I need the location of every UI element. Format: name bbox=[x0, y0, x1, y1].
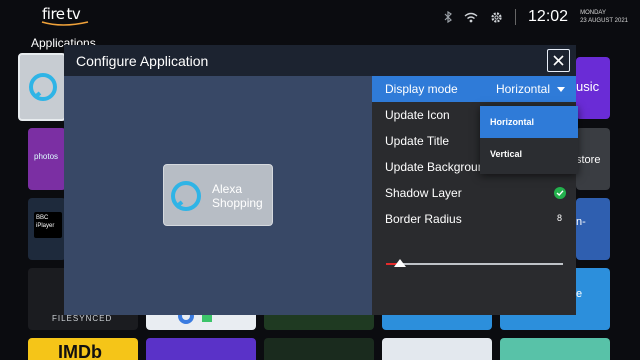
border-radius-setting[interactable]: Border Radius 8 bbox=[372, 206, 576, 232]
display-mode-setting[interactable]: Display mode Horizontal bbox=[372, 76, 576, 102]
app-tile-bbc-iplayer[interactable]: BBC iPlayer bbox=[28, 198, 66, 260]
app-tile-music[interactable]: usic bbox=[576, 57, 610, 119]
bluetooth-icon bbox=[444, 11, 452, 23]
slider-thumb[interactable] bbox=[394, 259, 407, 267]
settings-gear-icon[interactable] bbox=[490, 11, 503, 24]
alexa-ring-icon bbox=[29, 73, 57, 101]
app-tile-imdb[interactable]: IMDb bbox=[28, 338, 138, 360]
configure-application-dialog: Configure Application Alexa Shopping Dis… bbox=[64, 45, 576, 315]
app-preview-card: Alexa Shopping bbox=[163, 164, 273, 226]
check-icon bbox=[554, 187, 566, 199]
border-radius-slider[interactable] bbox=[386, 259, 563, 267]
app-tile-photos[interactable]: photos bbox=[28, 128, 66, 190]
app-tile-store[interactable]: store bbox=[576, 128, 610, 190]
close-button[interactable] bbox=[547, 49, 570, 72]
clock-time: 12:02 bbox=[528, 8, 569, 25]
app-tile-light[interactable] bbox=[382, 338, 492, 360]
status-bar: 12:02 MONDAY 23 AUGUST 2021 bbox=[444, 8, 628, 26]
clock-date: MONDAY 23 AUGUST 2021 bbox=[580, 10, 628, 24]
display-mode-value: Horizontal bbox=[495, 82, 550, 96]
dialog-header: Configure Application bbox=[64, 45, 576, 76]
app-tile-teal[interactable] bbox=[500, 338, 610, 360]
chevron-down-icon bbox=[557, 87, 565, 92]
dialog-title: Configure Application bbox=[76, 53, 209, 69]
alexa-ring-icon bbox=[171, 181, 201, 211]
app-tile-tv[interactable] bbox=[146, 338, 256, 360]
logo-smile-icon bbox=[41, 21, 89, 26]
wifi-icon bbox=[464, 12, 478, 22]
border-radius-value: 8 bbox=[556, 213, 562, 223]
bbc-iplayer-logo: BBC iPlayer bbox=[34, 212, 62, 238]
app-tile-alexa[interactable] bbox=[18, 53, 66, 121]
app-tile-n[interactable]: n- bbox=[576, 198, 610, 260]
close-icon bbox=[553, 55, 564, 66]
display-mode-dropdown: Horizontal Vertical bbox=[480, 106, 578, 174]
dropdown-option-vertical[interactable]: Vertical bbox=[480, 138, 578, 170]
app-tile-map[interactable] bbox=[264, 338, 374, 360]
shadow-layer-setting[interactable]: Shadow Layer bbox=[372, 180, 576, 206]
dropdown-option-horizontal[interactable]: Horizontal bbox=[480, 106, 578, 138]
firetv-logo: fire tv bbox=[41, 5, 89, 26]
app-preview-name: Alexa Shopping bbox=[212, 182, 263, 210]
